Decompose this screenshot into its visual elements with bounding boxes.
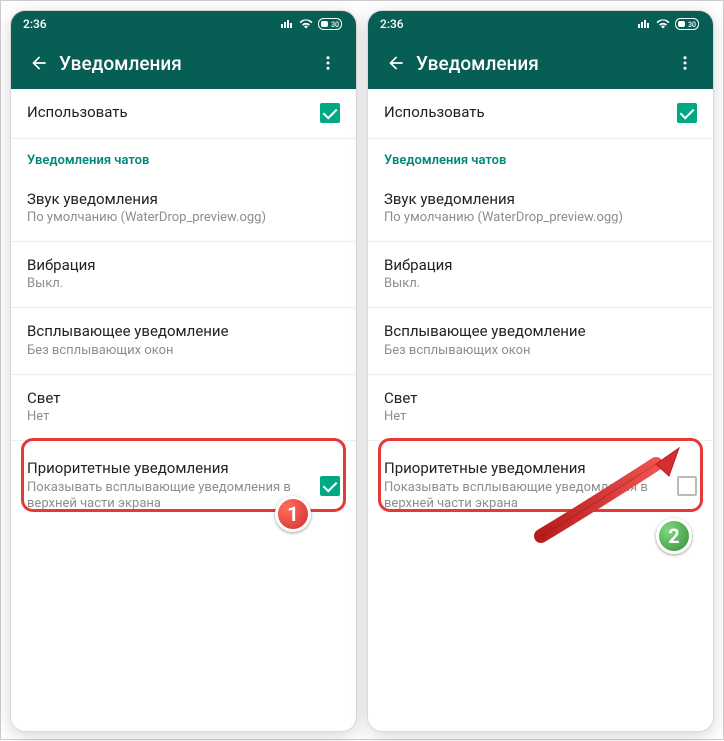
sound-label: Звук уведомления: [384, 190, 697, 210]
popup-value: Без всплывающих окон: [27, 343, 340, 360]
status-icons: 30: [280, 18, 344, 30]
vibration-label: Вибрация: [27, 256, 340, 276]
light-label: Свет: [27, 389, 340, 409]
row-priority[interactable]: Приоритетные уведомления Показывать вспл…: [368, 441, 713, 531]
section-chats: Уведомления чатов: [368, 139, 713, 176]
sound-value: По умолчанию (WaterDrop_preview.ogg): [27, 210, 340, 227]
light-value: Нет: [384, 409, 697, 426]
use-checkbox[interactable]: [677, 103, 697, 123]
svg-text:30: 30: [331, 21, 339, 29]
row-sound[interactable]: Звук уведомления По умолчанию (WaterDrop…: [368, 176, 713, 242]
vibration-label: Вибрация: [384, 256, 697, 276]
appbar-title: Уведомления: [416, 52, 665, 75]
light-label: Свет: [384, 389, 697, 409]
vibration-value: Выкл.: [384, 276, 697, 293]
status-time: 2:36: [380, 17, 404, 31]
appbar-title: Уведомления: [59, 52, 308, 75]
row-vibration[interactable]: Вибрация Выкл.: [368, 242, 713, 308]
svg-text:30: 30: [688, 21, 696, 29]
row-popup[interactable]: Всплывающее уведомление Без всплывающих …: [368, 308, 713, 374]
status-bar: 2:36 30: [368, 11, 713, 37]
row-sound[interactable]: Звук уведомления По умолчанию (WaterDrop…: [11, 176, 356, 242]
phone-screen-1: 2:36 30 Уведомления Использовать Уведомл…: [11, 11, 356, 731]
priority-label: Приоритетные уведомления: [384, 459, 669, 479]
row-vibration[interactable]: Вибрация Выкл.: [11, 242, 356, 308]
use-label: Использовать: [384, 103, 669, 123]
app-bar: Уведомления: [11, 37, 356, 89]
more-vert-icon: [319, 54, 337, 72]
use-checkbox[interactable]: [320, 103, 340, 123]
settings-list: Использовать Уведомления чатов Звук увед…: [368, 89, 713, 731]
overflow-menu-button[interactable]: [308, 43, 348, 83]
back-button[interactable]: [376, 43, 416, 83]
use-label: Использовать: [27, 103, 312, 123]
priority-checkbox[interactable]: [320, 476, 340, 496]
status-time: 2:36: [23, 17, 47, 31]
popup-label: Всплывающее уведомление: [384, 322, 697, 342]
light-value: Нет: [27, 409, 340, 426]
priority-checkbox[interactable]: [677, 476, 697, 496]
more-vert-icon: [676, 54, 694, 72]
status-icons: 30: [637, 18, 701, 30]
status-bar: 2:36 30: [11, 11, 356, 37]
arrow-back-icon: [29, 53, 49, 73]
sound-label: Звук уведомления: [27, 190, 340, 210]
priority-desc: Показывать всплывающие уведомления в вер…: [384, 480, 669, 514]
row-use[interactable]: Использовать: [368, 89, 713, 139]
row-popup[interactable]: Всплывающее уведомление Без всплывающих …: [11, 308, 356, 374]
back-button[interactable]: [19, 43, 59, 83]
row-light[interactable]: Свет Нет: [11, 375, 356, 441]
app-bar: Уведомления: [368, 37, 713, 89]
step-badge-2: 2: [656, 518, 692, 554]
popup-value: Без всплывающих окон: [384, 343, 697, 360]
popup-label: Всплывающее уведомление: [27, 322, 340, 342]
priority-desc: Показывать всплывающие уведомления в вер…: [27, 480, 312, 514]
row-use[interactable]: Использовать: [11, 89, 356, 139]
vibration-value: Выкл.: [27, 276, 340, 293]
phone-screen-2: 2:36 30 Уведомления Использовать Уведомл…: [368, 11, 713, 731]
arrow-back-icon: [386, 53, 406, 73]
settings-list: Использовать Уведомления чатов Звук увед…: [11, 89, 356, 731]
row-light[interactable]: Свет Нет: [368, 375, 713, 441]
overflow-menu-button[interactable]: [665, 43, 705, 83]
priority-label: Приоритетные уведомления: [27, 459, 312, 479]
section-chats: Уведомления чатов: [11, 139, 356, 176]
step-badge-1: 1: [275, 496, 311, 532]
sound-value: По умолчанию (WaterDrop_preview.ogg): [384, 210, 697, 227]
